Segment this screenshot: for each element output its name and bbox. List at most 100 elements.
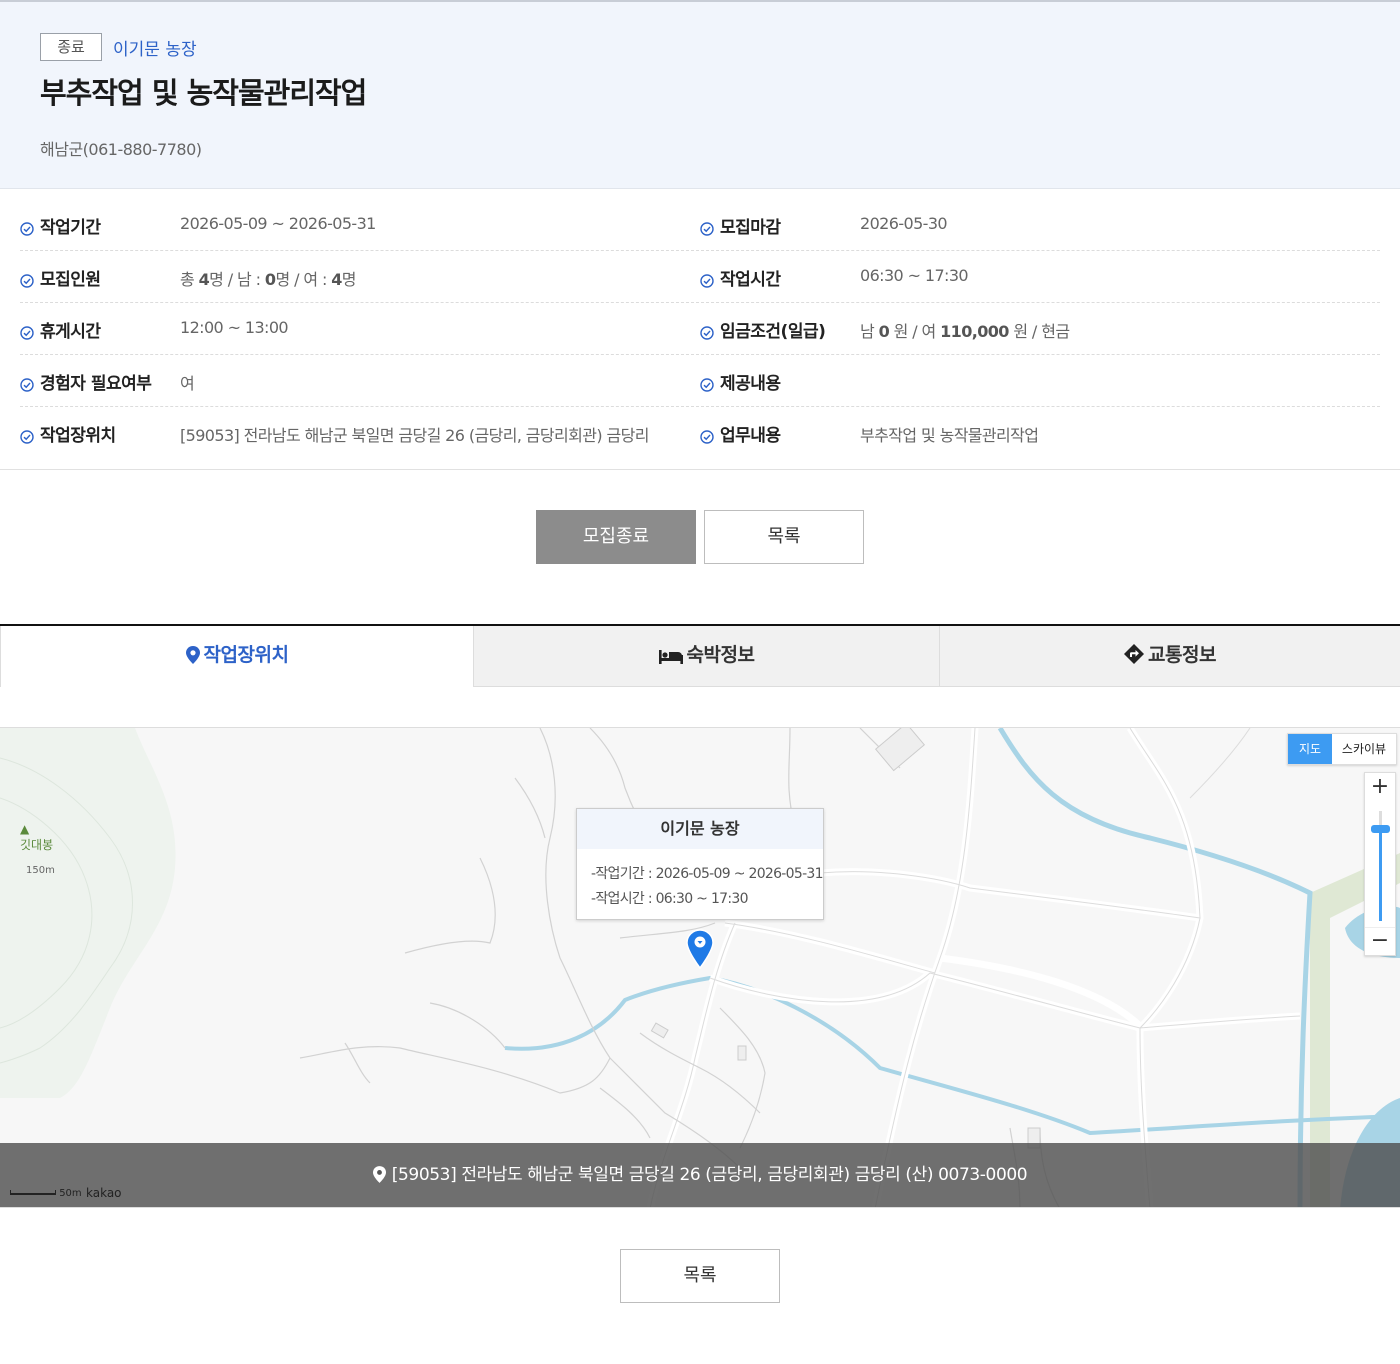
text-part: 원 / 현금 xyxy=(1008,322,1070,341)
info-row: 경험자 필요여부 여 제공내용 xyxy=(20,355,1380,407)
directions-icon xyxy=(1124,644,1145,664)
tab-label: 작업장위치 xyxy=(203,644,289,666)
info-cell-experience: 경험자 필요여부 여 xyxy=(20,355,700,407)
info-label: 모집마감 xyxy=(720,218,781,238)
recruit-total: 4 xyxy=(198,270,210,289)
info-window-period: -작업기간 : 2026-05-09 ~ 2026-05-31 xyxy=(591,866,824,882)
map-info-window: 이기문 농장 -작업기간 : 2026-05-09 ~ 2026-05-31 -… xyxy=(576,808,824,920)
info-label: 휴게시간 xyxy=(40,322,101,342)
info-cell-provision: 제공내용 xyxy=(700,355,1380,407)
zoom-slider-handle[interactable] xyxy=(1371,825,1390,833)
tab-label: 숙박정보 xyxy=(686,644,755,666)
info-value: [59053] 전라남도 해남군 북일면 금당길 26 (금당리, 금당리회관)… xyxy=(180,426,649,445)
tab-work-location[interactable]: 작업장위치 xyxy=(0,626,474,687)
map-view[interactable]: ▲ 깃대봉 150m 지도 스카이뷰 + − 이기문 농장 -작업기간 : 202… xyxy=(0,727,1400,1208)
info-value: 2026-05-09 ~ 2026-05-31 xyxy=(180,214,376,233)
recruit-female: 4 xyxy=(331,270,342,289)
scale-bar xyxy=(10,1190,56,1195)
check-circle-icon xyxy=(20,274,34,288)
map-pin-icon xyxy=(185,646,200,664)
map-address-bar: [59053] 전라남도 해남군 북일면 금당길 26 (금당리, 금당리회관)… xyxy=(0,1143,1400,1207)
map-pin-icon xyxy=(372,1166,386,1183)
map-type-control: 지도 스카이뷰 xyxy=(1287,733,1397,765)
bed-icon xyxy=(658,650,683,664)
zoom-out-button[interactable]: − xyxy=(1365,927,1395,955)
text-part: 총 xyxy=(180,270,199,289)
tab-label: 교통정보 xyxy=(1148,644,1216,666)
text-part: 명 / 여 : xyxy=(275,270,332,289)
info-cell-period: 작업기간 2026-05-09 ~ 2026-05-31 xyxy=(20,199,700,251)
info-cell-break: 휴게시간 12:00 ~ 13:00 xyxy=(20,303,700,355)
check-circle-icon xyxy=(20,378,34,392)
wage-male: 0 xyxy=(878,322,890,341)
zoom-level-fill xyxy=(1379,829,1382,921)
info-label: 작업시간 xyxy=(720,270,781,290)
info-cell-wage: 임금조건(일급) 남 0 원 / 여 110,000 원 / 현금 xyxy=(700,303,1380,355)
info-value-wage: 남 0 원 / 여 110,000 원 / 현금 xyxy=(860,318,1070,342)
check-circle-icon xyxy=(700,222,714,236)
info-label: 작업기간 xyxy=(40,218,101,238)
text-part: 명 / 남 : xyxy=(209,270,265,289)
map-address-text: [59053] 전라남도 해남군 북일면 금당길 26 (금당리, 금당리회관)… xyxy=(391,1165,1028,1185)
page-title: 부추작업 및 농작물관리작업 xyxy=(40,76,367,110)
info-row: 작업기간 2026-05-09 ~ 2026-05-31 모집마감 2026-0… xyxy=(20,199,1380,251)
map-marker-icon[interactable] xyxy=(686,929,714,969)
info-value: 2026-05-30 xyxy=(860,214,948,233)
info-label: 경험자 필요여부 xyxy=(40,374,152,394)
info-value: 12:00 ~ 13:00 xyxy=(180,318,289,337)
info-cell-location: 작업장위치 [59053] 전라남도 해남군 북일면 금당길 26 (금당리, … xyxy=(20,407,700,459)
info-row: 모집인원 총 4명 / 남 : 0명 / 여 : 4명 작업시간 06:30 ~… xyxy=(20,251,1380,303)
info-label: 작업장위치 xyxy=(40,426,116,446)
info-cell-deadline: 모집마감 2026-05-30 xyxy=(700,199,1380,251)
info-value: 06:30 ~ 17:30 xyxy=(860,266,969,285)
recruit-male: 0 xyxy=(264,270,276,289)
info-window-worktime: -작업시간 : 06:30 ~ 17:30 xyxy=(591,891,749,907)
info-label: 임금조건(일급) xyxy=(720,322,826,342)
scale-label: 50m xyxy=(59,1188,82,1199)
text-part: 남 xyxy=(860,322,879,341)
check-circle-icon xyxy=(700,430,714,444)
peak-name: 깃대봉 xyxy=(20,838,54,852)
peak-label: ▲ 깃대봉 xyxy=(20,822,54,852)
map-type-map-button[interactable]: 지도 xyxy=(1288,734,1332,764)
job-header: 종료 이기문 농장 부추작업 및 농작물관리작업 해남군(061-880-778… xyxy=(0,2,1400,189)
recruitment-closed-button[interactable]: 모집종료 xyxy=(536,510,696,564)
map-scale: 50m xyxy=(10,1188,82,1199)
info-cell-recruit: 모집인원 총 4명 / 남 : 0명 / 여 : 4명 xyxy=(20,251,700,303)
info-cell-task: 업무내용 부추작업 및 농작물관리작업 xyxy=(700,407,1380,459)
info-label: 모집인원 xyxy=(40,270,101,290)
info-label: 제공내용 xyxy=(720,374,781,394)
check-circle-icon xyxy=(700,378,714,392)
list-button-bottom[interactable]: 목록 xyxy=(620,1249,780,1303)
zoom-control: + − xyxy=(1364,772,1396,956)
info-cell-worktime: 작업시간 06:30 ~ 17:30 xyxy=(700,251,1380,303)
info-label: 업무내용 xyxy=(720,426,781,446)
contact-info: 해남군(061-880-7780) xyxy=(40,140,202,159)
info-window-title: 이기문 농장 xyxy=(577,809,823,849)
text-part: 명 xyxy=(341,270,357,289)
info-value-recruit: 총 4명 / 남 : 0명 / 여 : 4명 xyxy=(180,266,357,290)
list-button[interactable]: 목록 xyxy=(704,510,864,564)
status-badge: 종료 xyxy=(40,33,102,61)
check-circle-icon xyxy=(20,222,34,236)
info-row: 휴게시간 12:00 ~ 13:00 임금조건(일급) 남 0 원 / 여 11… xyxy=(20,303,1380,355)
check-circle-icon xyxy=(700,326,714,340)
info-tabs: 작업장위치 숙박정보 교통정보 xyxy=(0,624,1400,687)
tab-transport[interactable]: 교통정보 xyxy=(939,626,1400,687)
zoom-in-button[interactable]: + xyxy=(1365,773,1395,801)
check-circle-icon xyxy=(20,326,34,340)
wage-female: 110,000 xyxy=(940,322,1009,341)
info-value: 여 xyxy=(180,374,195,393)
farm-name: 이기문 농장 xyxy=(113,40,197,60)
map-provider-logo: kakao xyxy=(86,1186,122,1200)
tab-accommodation[interactable]: 숙박정보 xyxy=(474,626,939,687)
info-value: 부추작업 및 농작물관리작업 xyxy=(860,426,1039,445)
peak-altitude: 150m xyxy=(26,865,55,876)
divider xyxy=(0,469,1400,470)
map-type-skyview-button[interactable]: 스카이뷰 xyxy=(1332,734,1396,764)
job-info-table: 작업기간 2026-05-09 ~ 2026-05-31 모집마감 2026-0… xyxy=(20,199,1380,459)
check-circle-icon xyxy=(20,430,34,444)
check-circle-icon xyxy=(700,274,714,288)
text-part: 원 / 여 xyxy=(889,322,941,341)
info-row: 작업장위치 [59053] 전라남도 해남군 북일면 금당길 26 (금당리, … xyxy=(20,407,1380,459)
